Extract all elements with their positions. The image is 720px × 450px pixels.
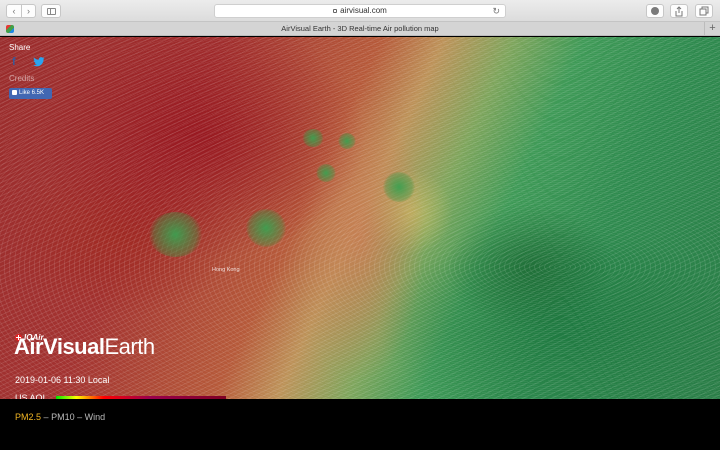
app-title-part2: Earth	[104, 334, 155, 359]
lock-icon	[333, 9, 338, 13]
sidebar-icon	[47, 8, 56, 15]
reload-icon[interactable]: ↻	[492, 5, 500, 17]
map-spot	[246, 209, 286, 247]
download-icon	[651, 7, 659, 15]
download-button[interactable]	[646, 4, 664, 18]
map-spot	[302, 129, 324, 147]
address-bar[interactable]: airvisual.com ↻	[214, 4, 506, 18]
back-button[interactable]: ‹	[6, 4, 21, 18]
tab-bar: AirVisual Earth - 3D Real-time Air pollu…	[0, 22, 720, 36]
bottom-panel	[0, 399, 720, 450]
map-spot	[383, 172, 415, 202]
share-icon	[675, 6, 683, 17]
browser-toolbar: ‹ › airvisual.com ↻	[0, 0, 720, 22]
like-label: Like 6.5K	[19, 90, 45, 96]
browser-window: ‹ › airvisual.com ↻ AirVisual Earth - 3D…	[0, 0, 720, 450]
layer-separator: –	[43, 412, 49, 422]
layer-selector: PM2.5 – PM10 – Wind	[15, 412, 105, 422]
facebook-icon[interactable]: f	[12, 57, 16, 68]
map-spot	[316, 164, 336, 182]
credits-link[interactable]: Credits	[9, 74, 34, 83]
forward-button[interactable]: ›	[21, 4, 36, 18]
chevron-right-icon: ›	[27, 6, 30, 16]
layer-pm10[interactable]: PM10	[51, 412, 75, 422]
layer-pm25[interactable]: PM2.5	[15, 412, 41, 422]
show-tabs-button[interactable]	[695, 4, 713, 18]
layer-separator: –	[77, 412, 83, 422]
map-place-label: Hong Kong	[212, 267, 240, 273]
share-heading: Share	[9, 43, 31, 52]
app-title: AirVisualEarth	[14, 334, 155, 360]
facebook-like-button[interactable]: Like 6.5K	[9, 88, 52, 99]
tab-title[interactable]: AirVisual Earth - 3D Real-time Air pollu…	[0, 24, 720, 33]
map-spot	[148, 212, 203, 257]
chevron-left-icon: ‹	[12, 6, 16, 16]
thumbs-up-icon	[12, 90, 17, 95]
map-datetime[interactable]: 2019-01-06 11:30 Local	[15, 375, 109, 385]
twitter-icon[interactable]	[33, 57, 45, 67]
tabs-icon	[699, 6, 709, 16]
url-text: airvisual.com	[340, 6, 387, 15]
share-button[interactable]	[670, 4, 688, 18]
map-spot	[338, 133, 356, 149]
new-tab-button[interactable]: +	[704, 22, 720, 36]
sidebar-toggle-button[interactable]	[41, 4, 61, 18]
layer-wind[interactable]: Wind	[85, 412, 106, 422]
app-title-part1: AirVisual	[14, 334, 105, 359]
